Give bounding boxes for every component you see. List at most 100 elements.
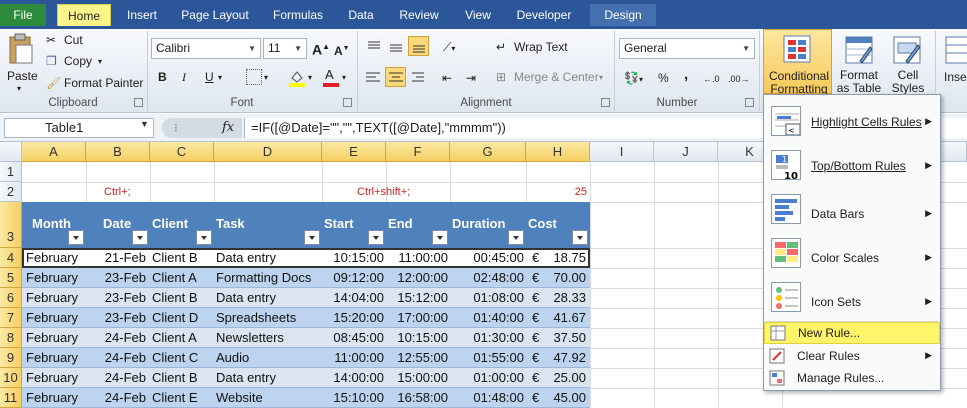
table-header-cell[interactable]: End: [383, 202, 413, 248]
name-box[interactable]: Table1: [4, 118, 154, 138]
table-cell[interactable]: Client B: [152, 248, 212, 268]
row-header[interactable]: 8: [0, 328, 22, 348]
table-header-cell[interactable]: Month: [27, 202, 71, 248]
tab-insert[interactable]: Insert: [118, 4, 166, 26]
table-cell[interactable]: 11:00:00: [386, 248, 448, 268]
insert-cells-button[interactable]: Insert: [940, 31, 967, 95]
merge-center-button[interactable]: ⊞ Merge & Center ▾: [496, 69, 608, 87]
table-cell[interactable]: 24-Feb: [86, 348, 146, 368]
table-cell[interactable]: 15:20:00: [322, 308, 384, 328]
table-cell[interactable]: February: [26, 368, 84, 388]
comma-button[interactable]: ,: [684, 67, 688, 83]
table-cell[interactable]: 23-Feb: [86, 308, 146, 328]
select-all-corner[interactable]: [0, 142, 22, 162]
table-cell[interactable]: 37.50: [544, 328, 586, 348]
bottom-align-button[interactable]: [408, 36, 429, 56]
table-cell[interactable]: €: [532, 368, 544, 388]
table-cell[interactable]: Data entry: [216, 288, 322, 308]
table-cell[interactable]: February: [26, 348, 84, 368]
paste-button[interactable]: Paste ▾: [4, 31, 38, 93]
row-header[interactable]: 1: [0, 162, 22, 182]
menu-item-color-scales[interactable]: Color Scales ▶: [764, 231, 940, 275]
underline-button[interactable]: U: [205, 69, 214, 85]
table-cell[interactable]: 28.33: [544, 288, 586, 308]
table-header-cell[interactable]: Duration: [447, 202, 505, 248]
menu-item-icon-sets[interactable]: Icon Sets ▶: [764, 275, 940, 319]
table-cell[interactable]: 15:00:00: [386, 368, 448, 388]
table-cell[interactable]: Client D: [152, 308, 212, 328]
column-header[interactable]: H: [526, 142, 590, 162]
table-cell[interactable]: €: [532, 348, 544, 368]
tab-home[interactable]: Home: [57, 4, 111, 26]
table-header-cell[interactable]: Cost: [523, 202, 557, 248]
bold-button[interactable]: B: [158, 69, 167, 85]
column-header[interactable]: B: [86, 142, 150, 162]
percent-button[interactable]: %: [658, 70, 669, 86]
rate-cell[interactable]: 25: [526, 182, 587, 202]
table-cell[interactable]: Client C: [152, 348, 212, 368]
alignment-launcher-icon[interactable]: [601, 98, 610, 107]
format-painter-button[interactable]: 🖌 Format Painter: [46, 74, 146, 92]
cell-styles-button[interactable]: Cell Styles: [886, 31, 930, 95]
tab-page-layout[interactable]: Page Layout: [176, 4, 254, 26]
table-row[interactable]: February 24-Feb Client B Data entry 14:00:00…: [22, 368, 590, 388]
table-row[interactable]: February 21-Feb Client B Data entry 10:15:00…: [22, 248, 590, 268]
table-cell[interactable]: €: [532, 308, 544, 328]
font-color-icon[interactable]: A: [323, 67, 339, 87]
table-cell[interactable]: 01:00:00: [450, 368, 524, 388]
column-header[interactable]: F: [386, 142, 450, 162]
column-header[interactable]: J: [654, 142, 718, 162]
column-header[interactable]: I: [590, 142, 654, 162]
table-cell[interactable]: 24-Feb: [86, 368, 146, 388]
table-cell[interactable]: 10:15:00: [322, 248, 384, 268]
table-cell[interactable]: €: [532, 388, 544, 408]
menu-item-new-rule[interactable]: New Rule...: [764, 322, 940, 344]
wrap-text-button[interactable]: ↵ Wrap Text: [496, 39, 586, 57]
column-header[interactable]: D: [214, 142, 322, 162]
row-header[interactable]: 10: [0, 368, 22, 388]
table-cell[interactable]: 02:48:00: [450, 268, 524, 288]
grow-font-icon[interactable]: A▲: [312, 39, 330, 58]
tab-design[interactable]: Design: [590, 4, 656, 26]
table-cell[interactable]: 25.00: [544, 368, 586, 388]
format-as-table-button[interactable]: Format as Table: [836, 31, 882, 95]
table-cell[interactable]: 00:45:00: [450, 248, 524, 268]
filter-dropdown-icon[interactable]: [196, 230, 212, 245]
table-cell[interactable]: Client E: [152, 388, 212, 408]
table-cell[interactable]: €: [532, 248, 544, 268]
table-cell[interactable]: 24-Feb: [86, 328, 146, 348]
table-header-cell[interactable]: Start: [319, 202, 354, 248]
table-cell[interactable]: 01:40:00: [450, 308, 524, 328]
number-launcher-icon[interactable]: [745, 98, 754, 107]
table-cell[interactable]: 18.75: [544, 248, 586, 268]
cut-button[interactable]: ✂ Cut: [46, 31, 106, 49]
insert-function-icon[interactable]: fx: [222, 118, 234, 138]
row-header[interactable]: 3: [0, 202, 22, 248]
shortcut-note[interactable]: Ctrl+shift+;: [357, 182, 410, 202]
table-row[interactable]: February 23-Feb Client A Formatting Docs 09:…: [22, 268, 590, 288]
table-cell[interactable]: Data entry: [216, 368, 322, 388]
column-header[interactable]: G: [450, 142, 526, 162]
table-cell[interactable]: 45.00: [544, 388, 586, 408]
table-cell[interactable]: February: [26, 248, 84, 268]
increase-decimal-icon[interactable]: ←.0: [703, 71, 720, 87]
row-header[interactable]: 2: [0, 182, 22, 202]
column-header[interactable]: C: [150, 142, 214, 162]
table-cell[interactable]: 17:00:00: [386, 308, 448, 328]
tab-developer[interactable]: Developer: [508, 4, 580, 26]
table-cell[interactable]: 41.67: [544, 308, 586, 328]
table-cell[interactable]: €: [532, 328, 544, 348]
menu-item-top-bottom-rules[interactable]: 1 10 Top/Bottom Rules ▶: [764, 143, 940, 187]
table-cell[interactable]: 23-Feb: [86, 288, 146, 308]
table-cell[interactable]: Newsletters: [216, 328, 322, 348]
column-header[interactable]: E: [322, 142, 386, 162]
menu-item-data-bars[interactable]: Data Bars ▶: [764, 187, 940, 231]
increase-indent-icon[interactable]: ⇥: [466, 70, 476, 86]
table-cell[interactable]: Audio: [216, 348, 322, 368]
table-cell[interactable]: 01:08:00: [450, 288, 524, 308]
table-cell[interactable]: Client A: [152, 328, 212, 348]
filter-dropdown-icon[interactable]: [508, 230, 524, 245]
table-row[interactable]: February 23-Feb Client B Data entry 14:04:00…: [22, 288, 590, 308]
table-cell[interactable]: February: [26, 288, 84, 308]
copy-button[interactable]: ❐ Copy ▾: [46, 52, 106, 70]
